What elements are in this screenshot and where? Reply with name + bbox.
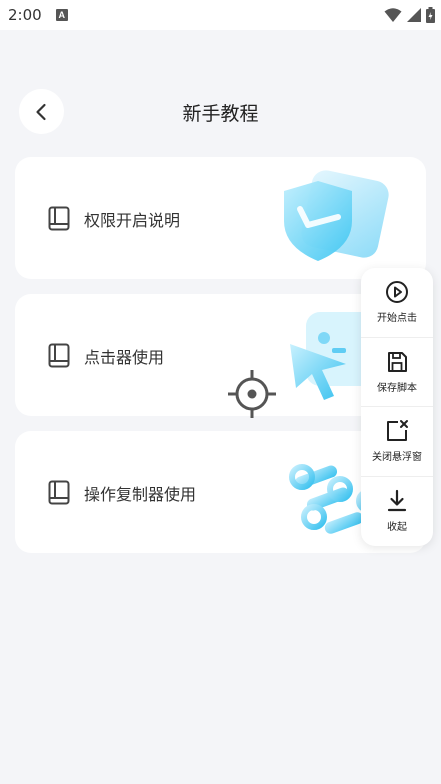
tutorial-card-permissions[interactable]: 权限开启说明: [15, 157, 426, 279]
status-time: 2:00: [8, 6, 42, 24]
close-float-window-button[interactable]: 关闭悬浮窗: [361, 407, 433, 477]
close-window-icon: [387, 420, 408, 442]
save-script-label: 保存脚本: [377, 382, 417, 394]
signal-icon: [407, 8, 421, 22]
play-circle-icon: [386, 281, 408, 304]
card-label: 权限开启说明: [84, 211, 181, 230]
start-click-button[interactable]: 开始点击: [361, 268, 433, 338]
collapse-button[interactable]: 收起: [361, 477, 433, 547]
close-float-window-label: 关闭悬浮窗: [372, 452, 422, 464]
battery-icon: [426, 7, 435, 23]
download-icon: [387, 490, 407, 512]
collapse-label: 收起: [387, 522, 407, 534]
page-title: 新手教程: [182, 103, 259, 125]
wifi-icon: [384, 8, 402, 22]
notification-icon: A: [55, 9, 68, 21]
card-label: 操作复制器使用: [84, 485, 197, 504]
shield-illustration: [284, 170, 389, 261]
card-label: 点击器使用: [84, 348, 165, 367]
save-icon: [388, 351, 407, 372]
save-script-button[interactable]: 保存脚本: [361, 338, 433, 407]
status-bar: 2:00 A: [0, 0, 441, 30]
book-icon: [48, 206, 70, 231]
header: 新手教程: [0, 85, 441, 135]
book-icon: [48, 480, 70, 505]
status-icons: [384, 7, 435, 23]
floating-panel: 开始点击 保存脚本 关闭悬浮窗 收起: [361, 268, 433, 546]
start-click-label: 开始点击: [377, 313, 417, 325]
target-crosshair-icon[interactable]: [226, 368, 278, 420]
book-icon: [48, 343, 70, 368]
